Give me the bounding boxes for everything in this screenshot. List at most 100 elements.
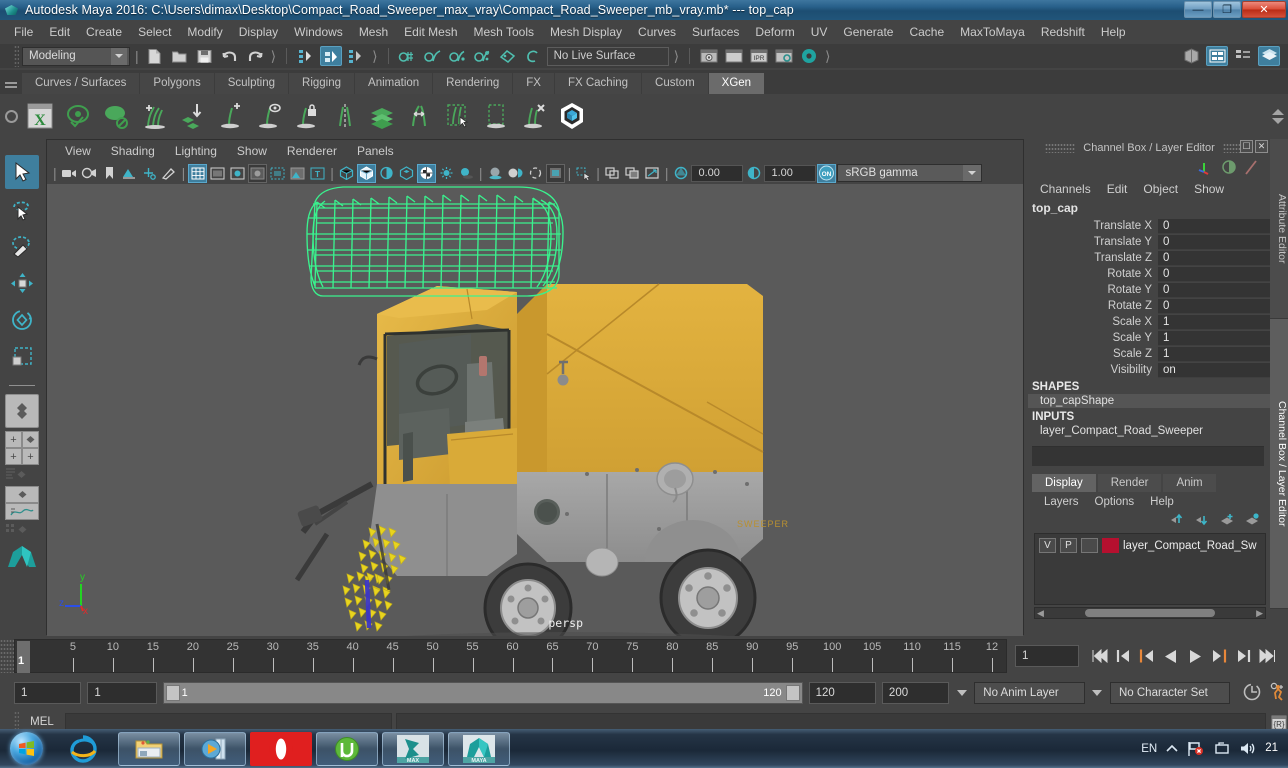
shelf-tab-curves-surfaces[interactable]: Curves / Surfaces — [22, 73, 141, 94]
render-current-frame-icon[interactable] — [698, 46, 720, 66]
menuset-selector[interactable]: Modeling — [22, 46, 130, 66]
shelf-tab-custom[interactable]: Custom — [642, 73, 709, 94]
shelf-tab-rigging[interactable]: Rigging — [289, 73, 356, 94]
menu-edit-mesh[interactable]: Edit Mesh — [396, 22, 465, 42]
taskbar-3ds-max-icon[interactable]: MAX — [382, 731, 444, 766]
xgen-disable-preview-icon[interactable] — [98, 98, 134, 134]
script-language-label[interactable]: MEL — [23, 716, 61, 728]
attribute-value[interactable]: 0 — [1158, 266, 1270, 282]
grid-toggle-icon[interactable] — [188, 163, 208, 183]
attribute-row[interactable]: Rotate X 0 — [1028, 266, 1270, 282]
save-scene-icon[interactable] — [194, 46, 216, 66]
menu-maxtomaya[interactable]: MaxToMaya — [952, 22, 1033, 42]
attribute-value[interactable]: 0 — [1158, 234, 1270, 250]
bookmark-icon[interactable] — [100, 164, 119, 183]
screen-space-ao-icon[interactable] — [545, 163, 565, 183]
create-layer-from-selected-icon[interactable] — [1245, 513, 1260, 529]
menu-deform[interactable]: Deform — [747, 22, 802, 42]
scroll-right-arrow-icon[interactable]: ▶ — [1256, 608, 1263, 619]
hide-selected-icon[interactable] — [623, 164, 642, 183]
menu-display[interactable]: Display — [231, 22, 286, 42]
animation-preferences-icon[interactable] — [1268, 682, 1288, 705]
make-live-icon[interactable] — [522, 46, 544, 66]
layer-row[interactable]: V P layer_Compact_Road_Sw — [1039, 538, 1261, 553]
shelf-scroll-arrows[interactable] — [1272, 108, 1288, 124]
time-slider-track[interactable]: 1 5 10 15 20 25 30 35 40 45 50 55 60 65 70 75 80 85 90 95 1… — [14, 639, 1007, 673]
viewport-menu-lighting[interactable]: Lighting — [165, 142, 227, 160]
menu-help[interactable]: Help — [1093, 22, 1134, 42]
shaded-wireframe-icon[interactable] — [377, 164, 396, 183]
persp-graph-layout-top[interactable] — [5, 486, 39, 503]
attribute-value[interactable]: 1 — [1158, 314, 1270, 330]
quad-cell-3[interactable]: + — [5, 448, 22, 465]
viewport-expand-icon[interactable] — [643, 164, 662, 183]
taskbar-clock[interactable]: 21 — [1265, 742, 1278, 755]
scrollbar-thumb[interactable] — [1085, 609, 1215, 617]
input-language-indicator[interactable]: EN — [1141, 743, 1157, 755]
menu-cache[interactable]: Cache — [901, 22, 952, 42]
anim-layer-dropdown-arrow-icon[interactable] — [955, 682, 968, 704]
viewport-3d-canvas[interactable]: SWEEPER y z x persp — [47, 184, 1023, 636]
attribute-row[interactable]: Translate Z 0 — [1028, 250, 1270, 266]
side-tab-attribute-editor[interactable]: Attribute Editor — [1270, 139, 1288, 319]
hypershade-pane-icon[interactable] — [5, 523, 17, 538]
play-forwards-button[interactable] — [1185, 645, 1205, 667]
maximize-button[interactable]: ❐ — [1213, 1, 1241, 18]
open-scene-icon[interactable] — [169, 46, 191, 66]
xgen-editor-icon[interactable]: X — [22, 98, 58, 134]
xgen-clump-icon[interactable] — [402, 98, 438, 134]
motion-blur-icon[interactable] — [526, 164, 545, 183]
isolate-select-icon[interactable] — [574, 164, 593, 183]
show-hidden-icons-chevron-icon[interactable] — [1166, 744, 1178, 754]
shelf-tab-xgen[interactable]: XGen — [708, 73, 766, 94]
paint-select-tool[interactable] — [5, 229, 39, 263]
xgen-guide-visibility-icon[interactable] — [250, 98, 286, 134]
input-node-item[interactable]: layer_Compact_Road_Sweeper — [1028, 424, 1270, 438]
persp-pane-icon[interactable] — [16, 468, 27, 483]
menu-generate[interactable]: Generate — [835, 22, 901, 42]
scroll-left-arrow-icon[interactable]: ◀ — [1037, 608, 1044, 619]
select-tool[interactable] — [5, 155, 39, 189]
attribute-row[interactable]: Rotate Y 0 — [1028, 282, 1270, 298]
animation-start-time-field[interactable]: 1 — [14, 682, 82, 704]
menu-create[interactable]: Create — [78, 22, 130, 42]
exposure-display-icon[interactable] — [288, 164, 307, 183]
viewport-menu-shading[interactable]: Shading — [101, 142, 165, 160]
attribute-row[interactable]: Scale Z 1 — [1028, 346, 1270, 362]
taskbar-media-player-icon[interactable] — [184, 731, 246, 766]
gamma-icon[interactable] — [744, 164, 763, 183]
current-frame-field[interactable]: 1 — [1015, 645, 1079, 667]
move-layer-up-icon[interactable] — [1170, 513, 1185, 529]
text-display-icon[interactable]: T — [308, 164, 327, 183]
go-to-end-button[interactable] — [1257, 645, 1277, 667]
hypershade-icon[interactable] — [798, 46, 820, 66]
xgen-add-guide-icon[interactable] — [212, 98, 248, 134]
menu-windows[interactable]: Windows — [286, 22, 351, 42]
shelf-options-gripper[interactable] — [0, 94, 22, 138]
attribute-value[interactable]: on — [1158, 362, 1270, 378]
snap-to-projected-center-icon[interactable] — [472, 46, 494, 66]
menu-mesh-display[interactable]: Mesh Display — [542, 22, 630, 42]
time-slider-gripper[interactable] — [0, 639, 14, 673]
attribute-value[interactable]: 0 — [1158, 298, 1270, 314]
taskbar-file-explorer-icon[interactable] — [118, 731, 180, 766]
xgen-add-grooming-icon[interactable] — [136, 98, 172, 134]
image-plane-icon[interactable] — [120, 164, 139, 183]
shelf-tab-polygons[interactable]: Polygons — [140, 73, 215, 94]
rotate-tool[interactable] — [5, 303, 39, 337]
auto-keyframe-toggle-icon[interactable] — [1242, 682, 1262, 705]
close-button[interactable]: ✕ — [1242, 1, 1286, 18]
layer-visibility-toggle[interactable]: V — [1039, 538, 1056, 553]
show-all-objects-icon[interactable] — [603, 164, 622, 183]
minimize-button[interactable]: — — [1184, 1, 1212, 18]
create-new-layer-icon[interactable] — [1220, 513, 1235, 529]
menu-select[interactable]: Select — [130, 22, 179, 42]
anti-aliasing-icon[interactable] — [506, 164, 525, 183]
shape-node-item[interactable]: top_capShape — [1028, 394, 1270, 408]
grease-pencil-icon[interactable] — [160, 164, 179, 183]
layer-list-horizontal-scrollbar[interactable]: ◀ ▶ — [1034, 607, 1266, 619]
step-back-key-button[interactable] — [1113, 645, 1133, 667]
snap-to-curve-icon[interactable] — [422, 46, 444, 66]
menu-mesh-tools[interactable]: Mesh Tools — [466, 22, 542, 42]
film-gate-icon[interactable] — [208, 164, 227, 183]
